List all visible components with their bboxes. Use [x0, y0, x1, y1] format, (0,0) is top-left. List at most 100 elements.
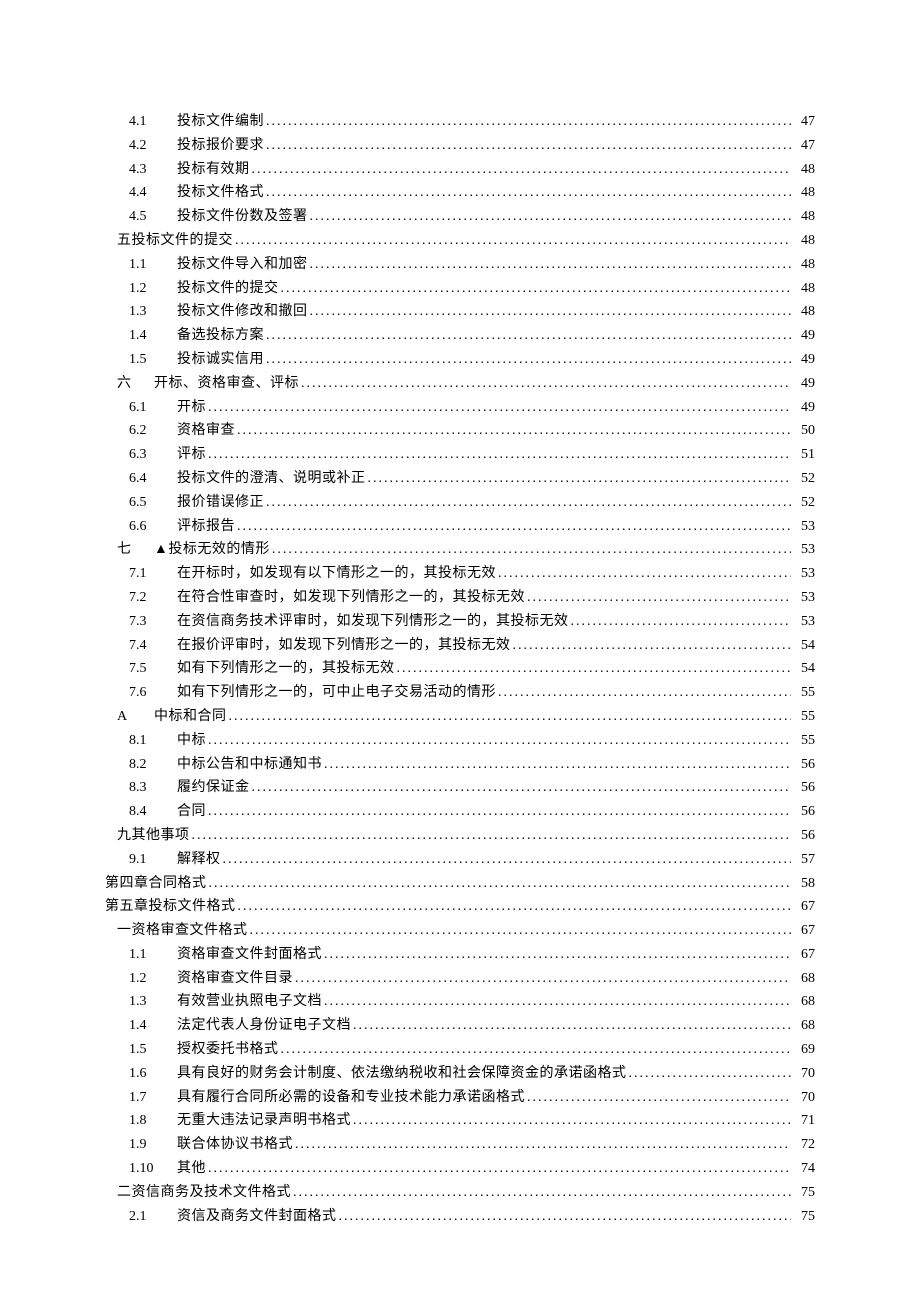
toc-entry: 7.2在符合性审查时，如发现下列情形之一的，其投标无效53 — [105, 586, 815, 610]
toc-label: 授权委托书格式 — [177, 1038, 279, 1062]
toc-label: 五投标文件的提交 — [117, 229, 233, 253]
toc-leader-dots — [238, 895, 792, 919]
toc-number: 1.9 — [129, 1133, 177, 1157]
toc-page-number: 55 — [793, 729, 815, 753]
toc-leader-dots — [310, 253, 792, 277]
toc-leader-dots — [208, 443, 791, 467]
toc-label: 二资信商务及技术文件格式 — [117, 1181, 291, 1205]
toc-number: 1.4 — [129, 1014, 177, 1038]
toc-label: 其他 — [177, 1157, 206, 1181]
toc-entry: 六 开标、资格审查、评标49 — [105, 372, 815, 396]
toc-page-number: 53 — [793, 538, 815, 562]
toc-number: 1.7 — [129, 1086, 177, 1110]
toc-label: 开标 — [177, 396, 206, 420]
toc-number: 1.3 — [129, 300, 177, 324]
toc-page-number: 48 — [793, 300, 815, 324]
toc-page-number: 52 — [793, 467, 815, 491]
toc-entry: A 中标和合同55 — [105, 705, 815, 729]
toc-number: 1.6 — [129, 1062, 177, 1086]
toc-leader-dots — [281, 1038, 792, 1062]
toc-page-number: 68 — [793, 990, 815, 1014]
toc-leader-dots — [229, 705, 792, 729]
toc-number: 1.4 — [129, 324, 177, 348]
toc-page-number: 52 — [793, 491, 815, 515]
toc-leader-dots — [498, 681, 791, 705]
toc-page-number: 67 — [793, 895, 815, 919]
toc-entry: 6.4投标文件的澄清、说明或补正52 — [105, 467, 815, 491]
toc-number: 1.10 — [129, 1157, 177, 1181]
toc-number: 4.1 — [129, 110, 177, 134]
toc-entry: 6.3评标51 — [105, 443, 815, 467]
toc-entry: 第四章合同格式58 — [105, 872, 815, 896]
toc-leader-dots — [368, 467, 792, 491]
toc-page-number: 70 — [793, 1062, 815, 1086]
toc-leader-dots — [295, 1133, 791, 1157]
toc-page-number: 47 — [793, 134, 815, 158]
toc-entry: 7.3在资信商务技术评审时，如发现下列情形之一的，其投标无效53 — [105, 610, 815, 634]
toc-number: 1.2 — [129, 277, 177, 301]
toc-label: 投标报价要求 — [177, 134, 264, 158]
toc-page-number: 71 — [793, 1109, 815, 1133]
toc-entry: 1.1投标文件导入和加密48 — [105, 253, 815, 277]
toc-page-number: 69 — [793, 1038, 815, 1062]
toc-label: 资格审查文件封面格式 — [177, 943, 322, 967]
toc-page-number: 68 — [793, 1014, 815, 1038]
toc-page-number: 51 — [793, 443, 815, 467]
toc-page-number: 56 — [793, 800, 815, 824]
toc-label: 九其他事项 — [117, 824, 190, 848]
toc-leader-dots — [324, 990, 791, 1014]
toc-number: 8.3 — [129, 776, 177, 800]
toc-leader-dots — [223, 848, 792, 872]
toc-page-number: 48 — [793, 253, 815, 277]
toc-entry: 7.4在报价评审时，如发现下列情形之一的，其投标无效54 — [105, 634, 815, 658]
toc-leader-dots — [353, 1014, 791, 1038]
toc-entry: 4.2投标报价要求47 — [105, 134, 815, 158]
toc-label: 投标文件的提交 — [177, 277, 279, 301]
toc-entry: 九其他事项56 — [105, 824, 815, 848]
toc-page-number: 48 — [793, 181, 815, 205]
toc-page-number: 49 — [793, 372, 815, 396]
toc-page-number: 53 — [793, 562, 815, 586]
toc-label: 具有履行合同所必需的设备和专业技术能力承诺函格式 — [177, 1086, 525, 1110]
toc-page-number: 53 — [793, 610, 815, 634]
toc-entry: 7.6如有下列情形之一的，可中止电子交易活动的情形55 — [105, 681, 815, 705]
toc-page-number: 55 — [793, 705, 815, 729]
toc-label: 如有下列情形之一的，其投标无效 — [177, 657, 395, 681]
toc-number: 7.2 — [129, 586, 177, 610]
toc-entry: 1.9联合体协议书格式72 — [105, 1133, 815, 1157]
toc-entry: 4.4投标文件格式 48 — [105, 181, 815, 205]
toc-entry: 一资格审查文件格式67 — [105, 919, 815, 943]
toc-label: 在资信商务技术评审时，如发现下列情形之一的，其投标无效 — [177, 610, 569, 634]
toc-number: 1.2 — [129, 967, 177, 991]
toc-leader-dots — [281, 277, 792, 301]
toc-page-number: 50 — [793, 419, 815, 443]
toc-label: 解释权 — [177, 848, 221, 872]
toc-entry: 8.4合同56 — [105, 800, 815, 824]
toc-leader-dots — [310, 300, 792, 324]
toc-entry: 7.5如有下列情形之一的，其投标无效54 — [105, 657, 815, 681]
toc-label: 资格审查文件目录 — [177, 967, 293, 991]
toc-label: 联合体协议书格式 — [177, 1133, 293, 1157]
toc-page-number: 47 — [793, 110, 815, 134]
toc-page-number: 54 — [793, 634, 815, 658]
toc-page-number: 48 — [793, 205, 815, 229]
toc-page-number: 75 — [793, 1181, 815, 1205]
toc-number: A — [117, 705, 147, 729]
toc-leader-dots — [237, 419, 791, 443]
toc-page-number: 57 — [793, 848, 815, 872]
toc-leader-dots — [250, 919, 792, 943]
toc-label: 中标公告和中标通知书 — [177, 753, 322, 777]
toc-number: 1.8 — [129, 1109, 177, 1133]
toc-page-number: 58 — [793, 872, 815, 896]
toc-number: 4.4 — [129, 181, 177, 205]
toc-label: 投标文件格式 — [177, 181, 264, 205]
toc-entry: 二资信商务及技术文件格式 75 — [105, 1181, 815, 1205]
toc-label: 第五章投标文件格式 — [105, 895, 236, 919]
toc-label: 投标文件份数及签署 — [177, 205, 308, 229]
toc-label: 如有下列情形之一的，可中止电子交易活动的情形 — [177, 681, 496, 705]
toc-page-number: 70 — [793, 1086, 815, 1110]
toc-leader-dots — [301, 372, 791, 396]
toc-label: 开标、资格审查、评标 — [154, 372, 299, 396]
toc-number: 1.1 — [129, 943, 177, 967]
toc-entry: 1.8无重大违法记录声明书格式71 — [105, 1109, 815, 1133]
